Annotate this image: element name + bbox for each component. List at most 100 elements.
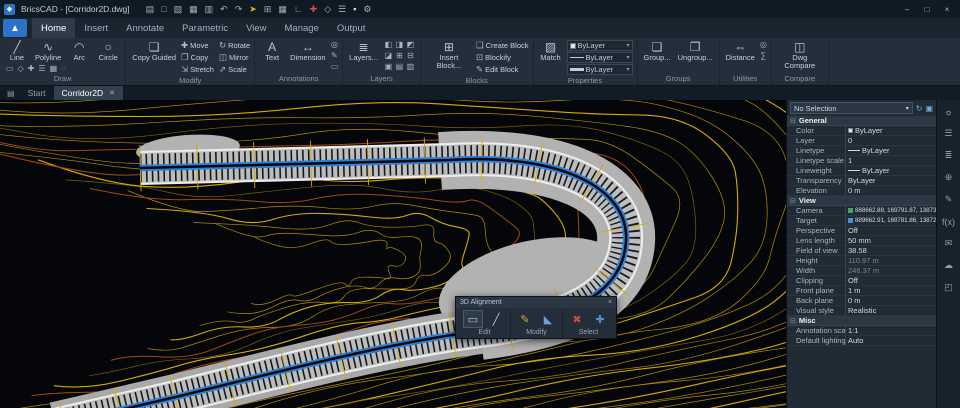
arc-button[interactable]: ◠ Arc — [66, 39, 92, 63]
draw-tool-icon-3[interactable]: ☰ — [38, 64, 45, 73]
properties-panel-icon[interactable]: ☰ — [940, 127, 958, 140]
property-row-perspective[interactable]: Perspective Off — [787, 226, 936, 236]
doc-tab-start[interactable]: Start — [20, 86, 54, 100]
property-row-transparency[interactable]: Transparency ByLayer — [787, 176, 936, 186]
layer-tool-icon-4[interactable]: ⊞ — [394, 50, 405, 61]
property-row-lineweight[interactable]: Lineweight ByLayer — [787, 166, 936, 176]
tips-icon[interactable]: ☼ — [940, 105, 958, 118]
save-icon[interactable]: ▦ — [189, 4, 198, 15]
draw-tool-icon-0[interactable]: ▭ — [6, 64, 14, 73]
structure-panel-icon[interactable]: ◰ — [940, 281, 958, 294]
tab-parametric[interactable]: Parametric — [173, 18, 237, 38]
property-row-height[interactable]: Height 110.97 m — [787, 256, 936, 266]
open-icon[interactable]: ▧ — [174, 4, 183, 15]
polar-icon[interactable]: ✚ — [310, 4, 318, 15]
property-row-visual-style[interactable]: Visual style Realistic — [787, 306, 936, 316]
layer-tool-icon-3[interactable]: ◪ — [383, 50, 394, 61]
attachments-icon[interactable]: ⊕ — [940, 171, 958, 184]
edit-alignment-icon[interactable]: ▭ — [463, 310, 483, 328]
cursor-icon[interactable]: ➤ — [249, 4, 257, 15]
section-general[interactable]: ⊟ General — [787, 116, 936, 126]
paint-corridor-icon[interactable]: ✎ — [515, 310, 535, 328]
create-block-button[interactable]: ❏ Create Block — [476, 39, 529, 51]
ungroup-button[interactable]: ❐ Ungroup... — [676, 39, 715, 63]
tool-icon-2[interactable]: ▭ — [331, 61, 339, 72]
workspace-icon[interactable]: ▤ — [146, 4, 155, 15]
annotate-panel-icon[interactable]: ✎ — [940, 193, 958, 206]
property-row-default-lighting[interactable]: Default lighting Auto — [787, 336, 936, 346]
blockify-button[interactable]: ⊡ Blockify — [476, 51, 529, 63]
property-row-clipping[interactable]: Clipping Off — [787, 276, 936, 286]
tool-icon-0[interactable]: ◎ — [760, 39, 767, 50]
lineweight-icon[interactable]: ☰ — [338, 4, 346, 15]
layer-tool-icon-7[interactable]: ▤ — [394, 61, 405, 72]
selection-dropdown[interactable]: No Selection ▾ — [790, 102, 913, 114]
bylayer-dropdown-0[interactable]: ByLayer ▾ — [566, 40, 633, 51]
property-row-field-of-view[interactable]: Field of view 38.58 — [787, 246, 936, 256]
refresh-icon[interactable]: ↻ — [916, 104, 923, 113]
property-row-width[interactable]: Width 246.37 m — [787, 266, 936, 276]
text-button[interactable]: A Text — [259, 39, 285, 63]
cloud-panel-icon[interactable]: ☁ — [940, 259, 958, 272]
property-row-back-plane[interactable]: Back plane 0 m — [787, 296, 936, 306]
property-row-target[interactable]: Target 889662.91, 169781.86, 13872.94 — [787, 216, 936, 226]
tool-icon-1[interactable]: ∑ — [760, 50, 767, 61]
layer-tool-icon-2[interactable]: ◩ — [405, 39, 416, 50]
new-icon[interactable]: □ — [161, 4, 166, 14]
dwg-compare-button[interactable]: ◫ Dwg Compare — [776, 39, 824, 71]
scale-button[interactable]: ⇗ Scale — [219, 63, 250, 75]
mirror-button[interactable]: ◫ Mirror — [219, 51, 250, 63]
tool-icon-0[interactable]: ◎ — [331, 39, 339, 50]
settings-icon[interactable]: ⚙ — [363, 4, 371, 15]
tool-icon-1[interactable]: ✎ — [331, 50, 339, 61]
move-button[interactable]: ✚ Move — [181, 39, 214, 51]
draw-tool-icon-4[interactable]: ▦ — [50, 64, 58, 73]
bylayer-dropdown-1[interactable]: ByLayer ▾ — [566, 52, 633, 63]
corner-edit-icon[interactable]: ◣ — [538, 310, 558, 328]
property-row-elevation[interactable]: Elevation 0 m — [787, 186, 936, 196]
draw-tool-icon-1[interactable]: ◇ — [18, 64, 24, 73]
close-icon[interactable]: ✕ — [109, 89, 115, 97]
copy-button[interactable]: ❐ Copy — [181, 51, 214, 63]
color-swatch-icon[interactable]: ▪ — [353, 4, 356, 14]
delete-icon[interactable]: ✖ — [567, 310, 587, 328]
maximize-button[interactable]: □ — [918, 5, 936, 14]
stretch-button[interactable]: ⇲ Stretch — [181, 63, 214, 75]
section-view[interactable]: ⊟ View — [787, 196, 936, 206]
application-button[interactable]: ▲ — [3, 19, 27, 37]
comments-panel-icon[interactable]: ✉ — [940, 237, 958, 250]
line-button[interactable]: ╱ Line — [4, 39, 30, 63]
layer-tool-icon-1[interactable]: ◨ — [394, 39, 405, 50]
property-row-linetype-scale[interactable]: Linetype scale 1 — [787, 156, 936, 166]
circle-button[interactable]: ○ Circle — [95, 39, 121, 63]
redo-icon[interactable]: ↷ — [235, 4, 243, 15]
group-button[interactable]: ❏ Group... — [642, 39, 673, 63]
floating-toolbar-3d-alignment[interactable]: 3D Alignment × ▭ ╱ Edit ✎ ◣ Modify ✖ ✚ Select — [455, 296, 617, 339]
pick-add-icon[interactable]: ▣ — [925, 104, 933, 113]
tab-list-icon[interactable]: ▤ — [2, 86, 20, 100]
distance-button[interactable]: ⇔ Distance — [724, 39, 757, 63]
collapse-icon[interactable]: ⊟ — [790, 117, 796, 125]
copy-guided-button[interactable]: ❏ Copy Guided — [130, 39, 178, 63]
tab-insert[interactable]: Insert — [75, 18, 117, 38]
layers-button[interactable]: ≣ Layers... — [347, 39, 380, 63]
draw-tool-icon-2[interactable]: ✚ — [28, 64, 35, 73]
insert-block-button[interactable]: ⊞ Insert Block... — [425, 39, 473, 71]
property-row-front-plane[interactable]: Front plane 1 m — [787, 286, 936, 296]
ortho-icon[interactable]: ∟ — [294, 4, 303, 14]
move-icon[interactable]: ✚ — [590, 310, 610, 328]
collapse-icon[interactable]: ⊟ — [790, 317, 796, 325]
dimension-button[interactable]: ↔ Dimension — [288, 39, 327, 63]
collapse-icon[interactable]: ⊟ — [790, 197, 796, 205]
tab-home[interactable]: Home — [32, 18, 76, 38]
floating-toolbar-titlebar[interactable]: 3D Alignment × — [456, 297, 616, 308]
property-row-linetype[interactable]: Linetype ByLayer — [787, 146, 936, 156]
close-icon[interactable]: × — [608, 299, 612, 306]
layer-tool-icon-6[interactable]: ▣ — [383, 61, 394, 72]
esnap-icon[interactable]: ◇ — [324, 4, 331, 15]
rotate-button[interactable]: ↻ Rotate — [219, 39, 250, 51]
print-icon[interactable]: ▥ — [205, 4, 214, 15]
property-row-camera[interactable]: Camera 888662.88, 169791.87, 13873.93 — [787, 206, 936, 216]
match-button[interactable]: ▨ Match — [538, 39, 564, 63]
layer-tool-icon-8[interactable]: ▥ — [405, 61, 416, 72]
